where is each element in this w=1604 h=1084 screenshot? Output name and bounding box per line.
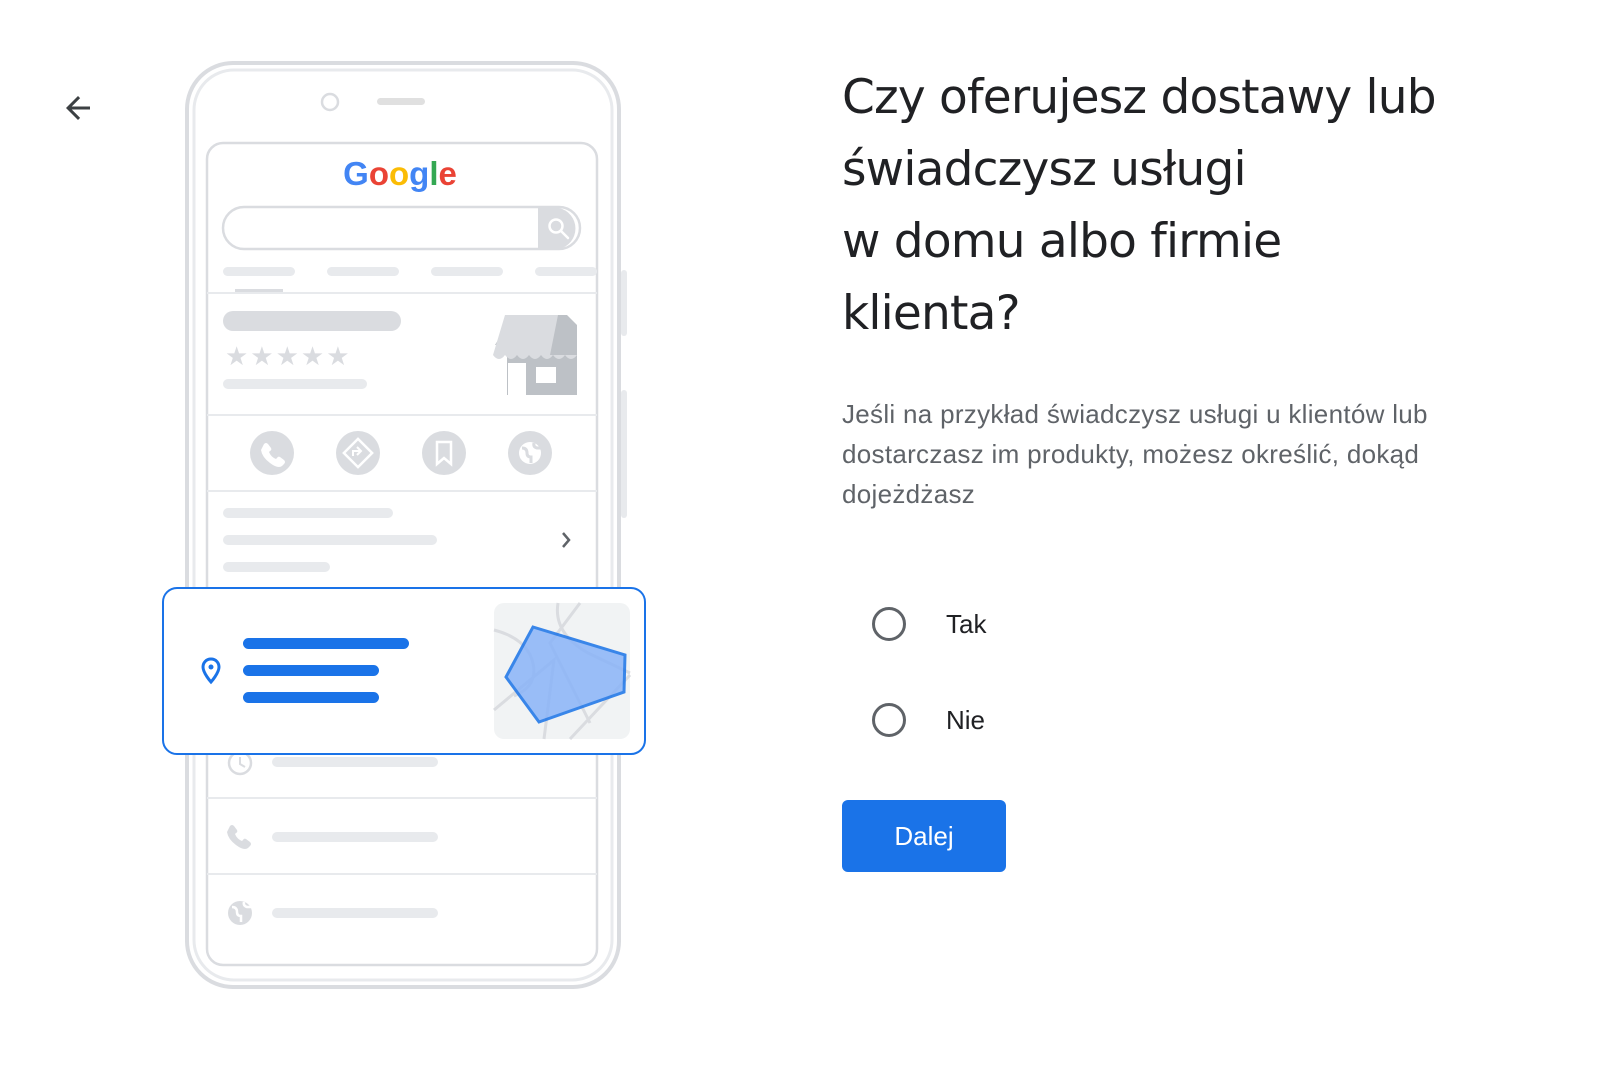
next-button[interactable]: Dalej — [842, 800, 1006, 872]
service-area-map — [493, 602, 632, 741]
option-label-nie: Nie — [946, 704, 986, 735]
save-action-icon — [422, 431, 466, 475]
rating-stars-icon: ★★★★★ — [225, 342, 352, 372]
phone-illustration: Google ★★★★★ — [150, 55, 690, 1035]
radio-button-nie[interactable] — [872, 703, 906, 737]
globe-row-icon — [228, 901, 252, 925]
radio-button-tak[interactable] — [872, 607, 906, 641]
google-logo: Google — [343, 155, 457, 192]
title-line: Czy oferujesz dostawy lub — [842, 70, 1437, 125]
title-line: w domu albo firmie — [842, 214, 1282, 269]
title-line: świadczysz usługi — [842, 142, 1247, 197]
search-bar — [221, 205, 582, 251]
directions-action-icon — [336, 431, 380, 475]
question-panel: Czy oferujesz dostawy lub świadczysz usł… — [842, 62, 1542, 872]
page-title: Czy oferujesz dostawy lub świadczysz usł… — [842, 62, 1542, 350]
website-action-icon — [508, 431, 552, 475]
arrow-back-icon — [66, 96, 90, 120]
title-line: klienta? — [842, 286, 1021, 341]
call-action-icon — [250, 431, 294, 475]
answer-radio-group: Tak Nie — [872, 596, 1542, 748]
page-description: Jeśli na przykład świadczysz usługi u kl… — [842, 399, 1428, 509]
back-button[interactable] — [56, 86, 100, 130]
option-nie[interactable]: Nie — [872, 692, 1542, 748]
option-tak[interactable]: Tak — [872, 596, 1542, 652]
option-label-tak: Tak — [946, 608, 987, 639]
